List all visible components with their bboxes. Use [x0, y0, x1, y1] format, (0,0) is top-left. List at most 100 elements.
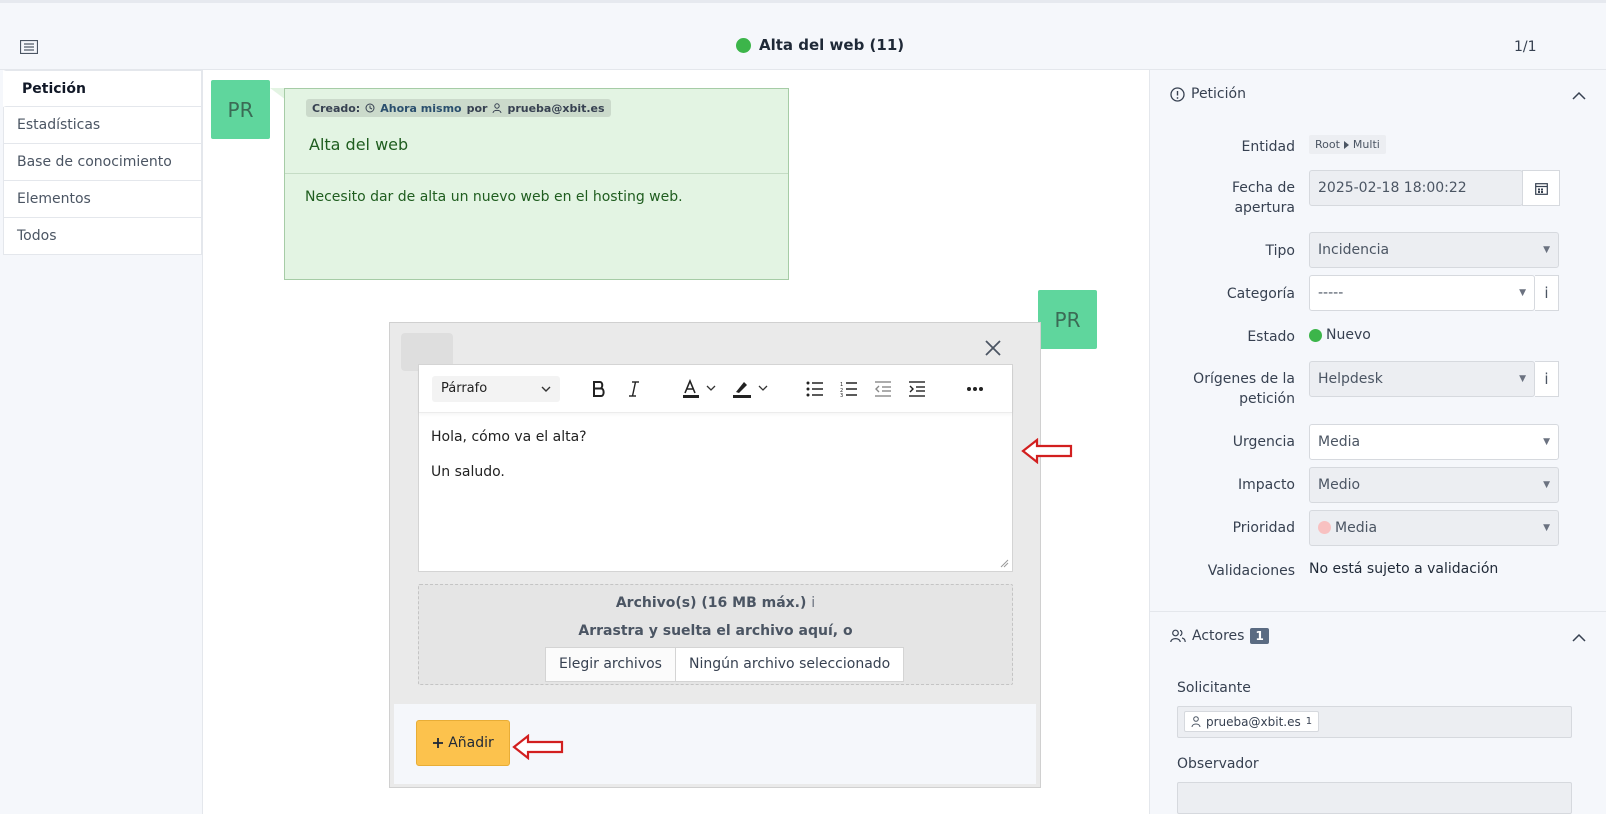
chevron-down-icon: [541, 386, 551, 392]
bullet-list-button[interactable]: [805, 377, 825, 401]
entity-root: Root: [1315, 138, 1340, 151]
origen-label: Orígenes de la petición: [1193, 371, 1295, 407]
prioridad-select[interactable]: Media ▼: [1309, 510, 1559, 546]
fecha-label: Fecha de apertura: [1232, 180, 1295, 216]
estado-label: Estado: [1247, 329, 1295, 345]
actor-chip[interactable]: prueba@xbit.es 1: [1184, 711, 1320, 732]
entity-chip[interactable]: Root Multi: [1309, 135, 1386, 154]
editor-line-2: Un saludo.: [431, 464, 505, 480]
entidad-label: Entidad: [1241, 139, 1295, 155]
prioridad-value: Media: [1335, 520, 1378, 536]
solicitante-field[interactable]: prueba@xbit.es 1: [1177, 706, 1572, 738]
editor-content[interactable]: Hola, cómo va el alta? Un saludo.: [419, 413, 1012, 511]
entidad-value: Root Multi: [1309, 135, 1386, 154]
more-icon: [967, 387, 983, 391]
estado-value: Nuevo: [1326, 327, 1371, 343]
actors-count-badge: 1: [1250, 628, 1269, 644]
tab-todos[interactable]: Todos: [3, 218, 202, 255]
clock-icon: [365, 103, 375, 113]
priority-dot-icon: [1318, 521, 1331, 534]
dropdown-arrow-icon: ▼: [1543, 480, 1550, 490]
urgencia-label: Urgencia: [1232, 434, 1295, 450]
caret-right-icon: [1343, 140, 1349, 149]
origen-info-button[interactable]: i: [1535, 361, 1559, 397]
dropdown-arrow-icon: ▼: [1519, 374, 1526, 384]
tab-peticion[interactable]: Petición: [3, 70, 202, 107]
status-dot-icon: [1309, 328, 1322, 342]
status-dot-icon: [736, 37, 751, 53]
section-peticion-title: Petición: [1191, 86, 1246, 102]
format-select[interactable]: Párrafo: [432, 376, 560, 402]
by-label: por: [466, 101, 488, 115]
numbered-list-icon: 1 2 3: [840, 382, 857, 397]
fecha-value: 2025-02-18 18:00:22: [1318, 180, 1467, 196]
validaciones-label: Validaciones: [1207, 563, 1295, 579]
tipo-select[interactable]: Incidencia ▼: [1309, 232, 1559, 268]
section-peticion-header[interactable]: Petición: [1170, 86, 1246, 102]
ticket-title-wrap: Alta del web (11): [736, 36, 904, 54]
resize-handle-icon[interactable]: [1000, 559, 1009, 568]
urgencia-value: Media: [1318, 434, 1361, 450]
bubble-divider: [285, 173, 788, 174]
tab-base-conocimiento[interactable]: Base de conocimiento: [3, 144, 202, 181]
tab-elementos[interactable]: Elementos: [3, 181, 202, 218]
ticket-bubble: Creado: Ahora mismo por prueba@xbit.es A…: [284, 88, 789, 280]
indent-button[interactable]: [907, 377, 927, 401]
categoria-value: -----: [1318, 285, 1344, 301]
text-color-button[interactable]: [681, 377, 721, 401]
more-button[interactable]: [964, 377, 986, 401]
file-dropzone[interactable]: Archivo(s) (16 MB máx.) i Arrastra y sue…: [418, 584, 1013, 685]
tipo-value: Incidencia: [1318, 242, 1390, 258]
highlight-color-button[interactable]: [731, 377, 771, 401]
urgencia-select[interactable]: Media ▼: [1309, 424, 1559, 460]
rich-text-editor[interactable]: Párrafo 1 2 3 Hola, cómo va el alta? Un …: [418, 364, 1013, 572]
svg-text:3: 3: [840, 393, 843, 397]
close-icon[interactable]: [982, 337, 1004, 359]
chevron-up-icon[interactable]: [1572, 633, 1586, 642]
annotation-arrow-add: [512, 734, 564, 760]
info-icon[interactable]: i: [811, 595, 815, 611]
calendar-button[interactable]: [1522, 170, 1560, 206]
observador-field[interactable]: [1177, 782, 1572, 814]
categoria-info-button[interactable]: i: [1535, 275, 1559, 311]
impacto-select[interactable]: Medio ▼: [1309, 467, 1559, 503]
list-toggle-icon[interactable]: [20, 40, 38, 54]
plus-icon: [433, 738, 444, 748]
section-actores-header[interactable]: Actores 1: [1170, 628, 1269, 644]
fecha-input[interactable]: 2025-02-18 18:00:22: [1309, 170, 1523, 206]
user-icon: [492, 103, 502, 113]
top-bar: Alta del web (11) 1/1: [0, 0, 1606, 70]
calendar-icon: [1534, 182, 1548, 195]
estado-value-wrap: Nuevo: [1309, 327, 1371, 343]
categoria-select[interactable]: ----- ▼: [1309, 275, 1535, 311]
followup-avatar: PR: [1038, 290, 1097, 349]
tab-estadisticas[interactable]: Estadísticas: [3, 107, 202, 144]
outdent-button[interactable]: [873, 377, 893, 401]
tipo-label: Tipo: [1265, 243, 1295, 259]
dropzone-title: Archivo(s) (16 MB máx.): [615, 595, 807, 611]
impacto-value: Medio: [1318, 477, 1361, 493]
solicitante-count: 1: [1305, 716, 1313, 727]
file-input[interactable]: Elegir archivos Ningún archivo seleccion…: [545, 647, 905, 682]
dropdown-arrow-icon: ▼: [1543, 523, 1550, 533]
user-icon: [1191, 716, 1201, 727]
numbered-list-button[interactable]: 1 2 3: [839, 377, 859, 401]
choose-files-button[interactable]: Elegir archivos: [546, 648, 676, 681]
ticket-author[interactable]: prueba@xbit.es: [507, 102, 604, 115]
origen-value: Helpdesk: [1318, 371, 1383, 387]
categoria-label: Categoría: [1226, 286, 1295, 302]
pager: 1/1: [1514, 39, 1537, 55]
created-when: Ahora mismo: [380, 101, 462, 115]
prioridad-label: Prioridad: [1232, 520, 1295, 536]
ticket-content: Necesito dar de alta un nuevo web en el …: [305, 189, 683, 205]
chevron-up-icon[interactable]: [1572, 91, 1586, 100]
add-button[interactable]: Añadir: [416, 720, 510, 766]
text-color-icon: [683, 379, 716, 398]
editor-line-1: Hola, cómo va el alta?: [431, 429, 587, 445]
ticket-title: Alta del web: [309, 135, 409, 154]
dropdown-arrow-icon: ▼: [1543, 245, 1550, 255]
section-divider: [1150, 611, 1606, 612]
origen-select[interactable]: Helpdesk ▼: [1309, 361, 1535, 397]
italic-button[interactable]: [624, 377, 644, 401]
bold-button[interactable]: [589, 377, 609, 401]
